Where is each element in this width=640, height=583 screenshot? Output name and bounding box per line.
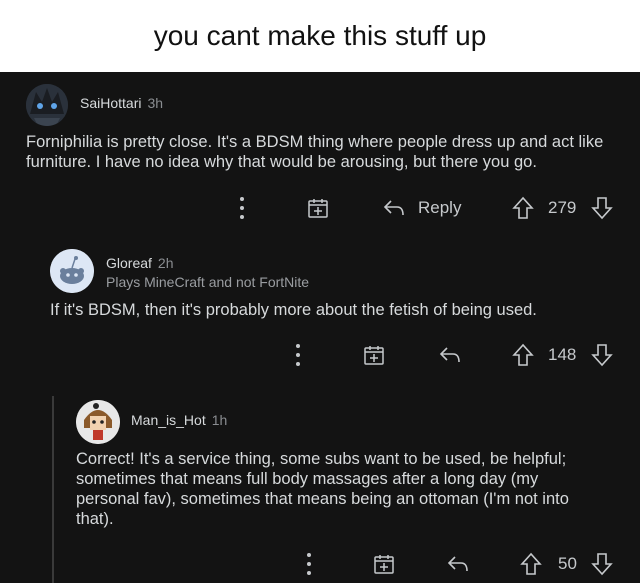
timestamp: 2h — [157, 255, 174, 271]
timestamp: 3h — [147, 95, 164, 111]
cartoon-avatar-icon — [76, 400, 120, 444]
more-options-icon[interactable] — [299, 551, 319, 577]
comment-actions: 50 — [0, 549, 640, 579]
comment-actions: 148 — [0, 340, 640, 370]
reply-icon[interactable] — [445, 551, 471, 577]
snoo-avatar-icon — [50, 249, 94, 293]
avatar[interactable] — [76, 400, 120, 444]
comment-body: If it's BDSM, then it's probably more ab… — [50, 301, 537, 319]
avatar[interactable] — [26, 84, 68, 126]
reply-button[interactable]: Reply — [418, 198, 461, 218]
username[interactable]: Man_is_Hot 1h — [131, 412, 227, 428]
upvote-icon[interactable] — [518, 551, 544, 577]
comment-thread: SaiHottari 3h Forniphilia is pretty close… — [0, 72, 640, 583]
downvote-icon[interactable] — [589, 195, 615, 221]
username[interactable]: Gloreaf 2h — [106, 255, 174, 271]
save-icon[interactable] — [305, 195, 331, 221]
reply-icon[interactable] — [381, 195, 407, 221]
vote-score: 50 — [558, 554, 577, 573]
meme-caption: you cant make this stuff up — [0, 0, 640, 72]
avatar[interactable] — [50, 249, 94, 293]
downvote-icon[interactable] — [589, 342, 615, 368]
reply-icon[interactable] — [437, 342, 463, 368]
save-icon[interactable] — [361, 342, 387, 368]
upvote-icon[interactable] — [510, 195, 536, 221]
username[interactable]: SaiHottari 3h — [80, 95, 163, 111]
username-text[interactable]: Man_is_Hot — [131, 412, 206, 428]
anime-avatar-icon — [26, 84, 68, 126]
vote-score: 279 — [548, 198, 577, 217]
comment-body: Forniphilia is pretty close. It's a BDSM… — [26, 133, 604, 171]
username-text[interactable]: Gloreaf — [106, 255, 152, 271]
downvote-icon[interactable] — [589, 551, 615, 577]
timestamp: 1h — [211, 412, 228, 428]
vote-score: 148 — [548, 345, 577, 364]
upvote-icon[interactable] — [510, 342, 536, 368]
username-text[interactable]: SaiHottari — [80, 95, 141, 111]
more-options-icon[interactable] — [232, 195, 252, 221]
comment-body: Correct! It's a service thing, some subs… — [76, 450, 569, 528]
caption-text: you cant make this stuff up — [153, 20, 487, 51]
comment-actions: Reply 279 — [0, 193, 640, 223]
user-flair: Plays MineCraft and not FortNite — [106, 274, 310, 290]
save-icon[interactable] — [371, 551, 397, 577]
more-options-icon[interactable] — [288, 342, 308, 368]
